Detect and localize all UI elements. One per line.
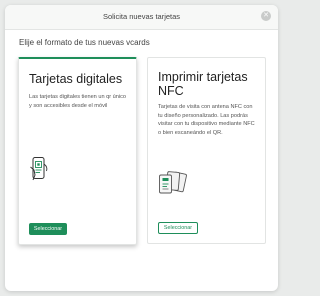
modal-title: Solicita nuevas tarjetas [102, 12, 181, 21]
digital-cards-option[interactable]: Tarjetas digitales Las tarjetas digitale… [18, 57, 137, 245]
modal-subtitle: Elije el formato de tus nuevas vcards [19, 38, 150, 47]
card-title: Tarjetas digitales [29, 72, 123, 86]
select-nfc-button[interactable]: Seleccionar [158, 222, 198, 234]
close-icon: ✕ [263, 12, 269, 19]
nfc-cards-option[interactable]: Imprimir tarjetas NFC Tarjetas de visita… [147, 57, 266, 244]
request-cards-modal: Solicita nuevas tarjetas ✕ Elije el form… [5, 5, 278, 291]
phone-qr-icon [29, 156, 51, 187]
card-description: Tarjetas de visita con antena NFC con tu… [158, 104, 255, 136]
nfc-cards-icon [158, 170, 188, 203]
card-description: Las tarjetas digitales tienen un qr únic… [29, 94, 127, 109]
modal-header: Solicita nuevas tarjetas ✕ [5, 5, 278, 30]
close-button[interactable]: ✕ [261, 11, 271, 21]
card-title: Imprimir tarjetas NFC [158, 70, 248, 98]
select-digital-button[interactable]: Seleccionar [29, 223, 67, 235]
